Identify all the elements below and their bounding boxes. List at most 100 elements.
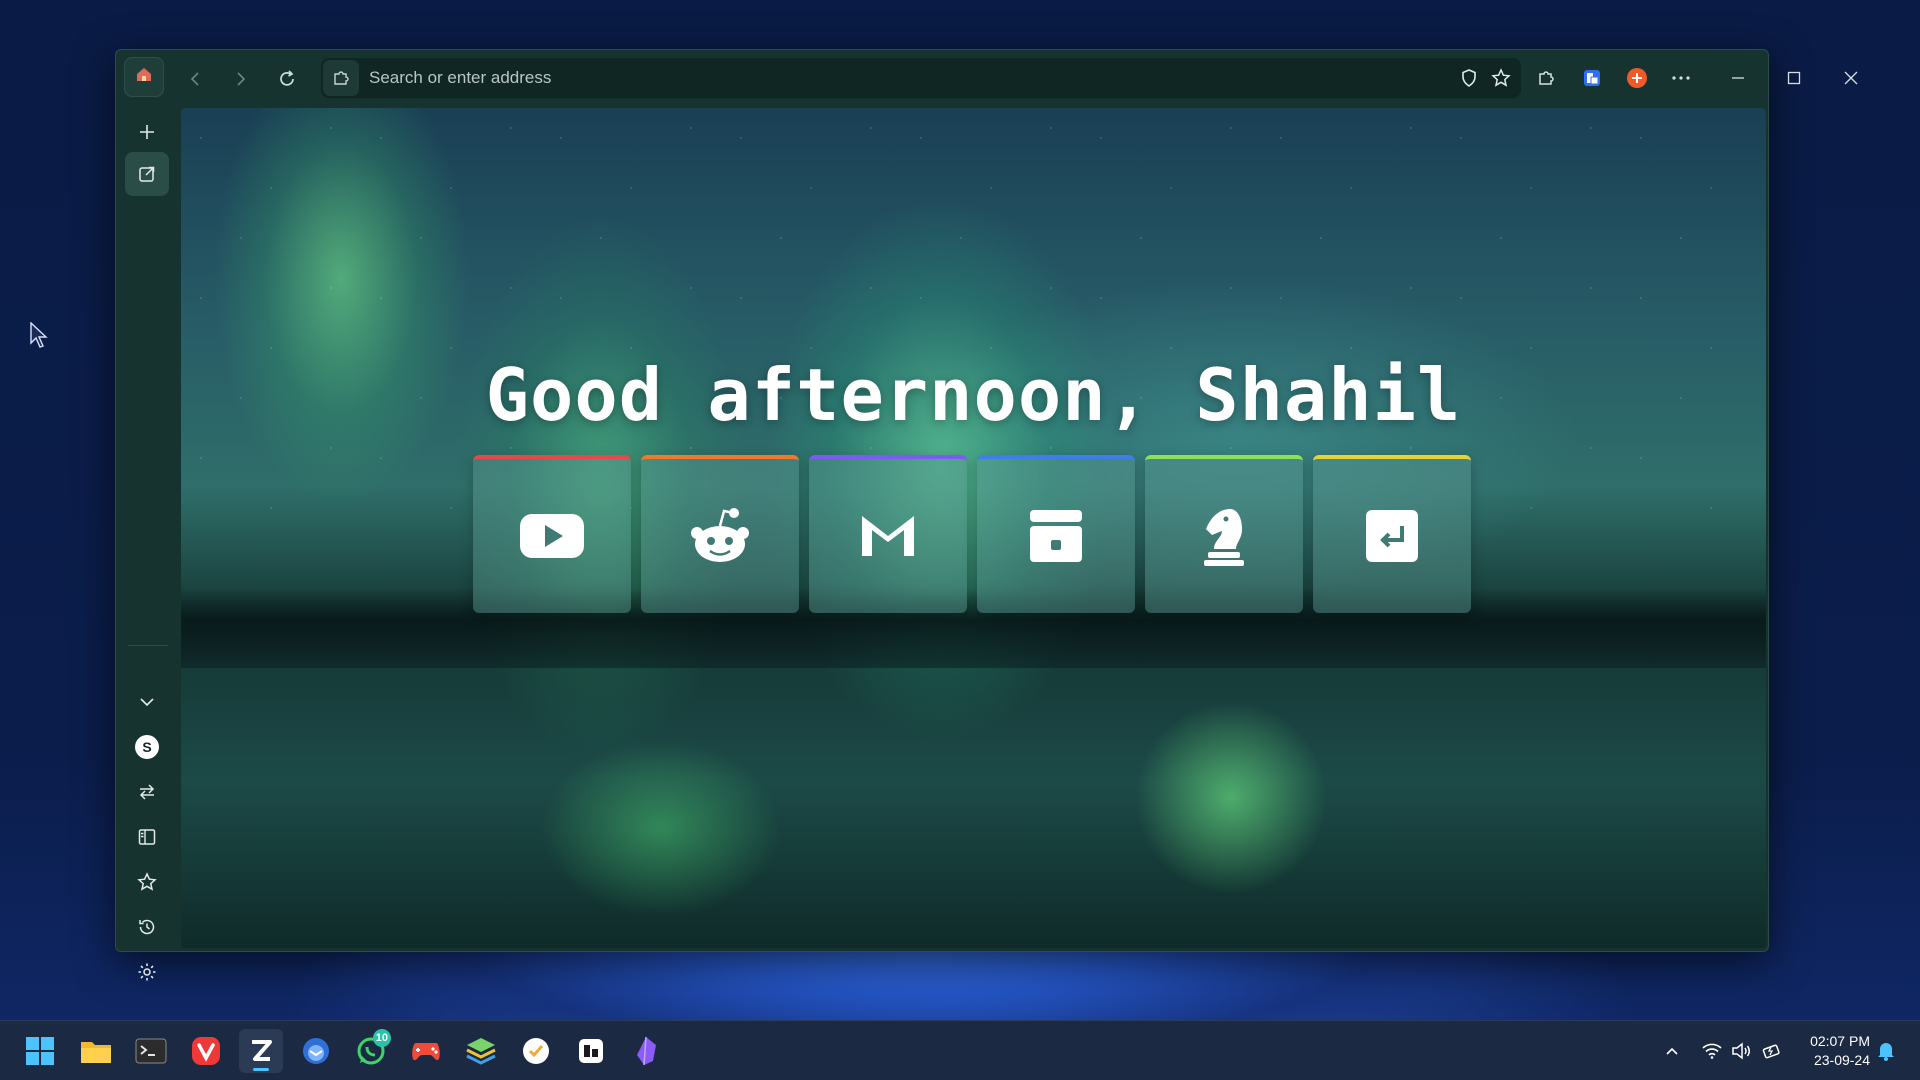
external-link-icon	[139, 166, 155, 182]
speaker-icon	[1732, 1042, 1750, 1060]
return-arrow-icon	[1366, 510, 1418, 562]
shortcut-mail[interactable]	[809, 455, 967, 613]
taskbar-terminal[interactable]	[129, 1029, 173, 1073]
notifications-button[interactable]	[1872, 1037, 1900, 1065]
new-tab-button[interactable]	[125, 110, 169, 154]
note-app-icon	[579, 1039, 603, 1063]
chevron-up-icon	[1666, 1047, 1678, 1055]
start-button[interactable]	[18, 1029, 62, 1073]
chevron-down-icon	[140, 698, 154, 707]
clock-time: 02:07 PM	[1810, 1033, 1870, 1049]
password-manager-button[interactable]	[1573, 59, 1611, 97]
collapse-button[interactable]	[125, 680, 169, 724]
wifi-icon	[1702, 1043, 1722, 1059]
chess-knight-icon	[1204, 509, 1244, 566]
volume-button[interactable]	[1727, 1037, 1755, 1065]
gamepad-icon	[412, 1043, 440, 1061]
taskbar-tasks-app[interactable]	[514, 1029, 558, 1073]
greeting-heading: Good afternoon, Shahil	[485, 353, 1462, 437]
star-icon	[1491, 68, 1511, 87]
youtube-icon	[520, 514, 584, 558]
plus-circle-icon	[1627, 68, 1647, 88]
title-bar	[116, 50, 1858, 108]
history-icon	[139, 919, 155, 935]
battery-charging-icon	[1762, 1044, 1780, 1059]
windows-logo-icon	[26, 1037, 54, 1065]
close-button[interactable]	[1832, 59, 1870, 97]
bookmark-star-button[interactable]	[1485, 62, 1517, 94]
show-hidden-icons-button[interactable]	[1658, 1037, 1686, 1065]
reload-icon	[280, 70, 294, 86]
browser-window: S Good afternoon, Shahil	[115, 49, 1858, 981]
bitwarden-icon	[1584, 70, 1600, 86]
minimize-icon	[1732, 77, 1744, 79]
puzzle-icon	[334, 71, 349, 85]
shortcut-reddit[interactable]	[641, 455, 799, 613]
settings-button[interactable]	[125, 950, 169, 994]
shield-icon	[1462, 69, 1476, 87]
taskbar-game-controller[interactable]	[404, 1029, 448, 1073]
tracking-shield-button[interactable]	[1453, 62, 1485, 94]
folder-icon	[81, 1042, 111, 1063]
minimize-button[interactable]	[1719, 59, 1757, 97]
chevron-left-icon	[190, 72, 199, 86]
archive-icon	[1030, 510, 1082, 562]
home-favicon-icon	[135, 65, 153, 89]
taskbar-zen-browser[interactable]	[239, 1029, 283, 1073]
shortcut-return[interactable]	[1313, 455, 1471, 613]
taskbar-stacks-app[interactable]	[459, 1029, 503, 1073]
chevron-right-icon	[237, 72, 246, 86]
mail-icon	[862, 516, 914, 556]
forward-button[interactable]	[220, 59, 260, 99]
profile-button[interactable]: S	[125, 725, 169, 769]
bell-icon	[1878, 1043, 1894, 1061]
bookmarks-button[interactable]	[125, 860, 169, 904]
avatar: S	[135, 735, 159, 759]
plus-icon	[140, 125, 154, 139]
sidebar-panel-button[interactable]	[125, 815, 169, 859]
taskbar-file-explorer[interactable]	[74, 1029, 118, 1073]
address-bar	[321, 58, 1521, 98]
thunderbird-icon	[303, 1038, 329, 1064]
taskbar-obsidian[interactable]	[624, 1029, 668, 1073]
address-input[interactable]	[359, 68, 1453, 88]
site-extension-button[interactable]	[323, 60, 359, 96]
history-button[interactable]	[125, 905, 169, 949]
shortcut-grid	[473, 455, 1471, 613]
battery-button[interactable]	[1758, 1037, 1786, 1065]
obsidian-icon	[637, 1036, 656, 1066]
taskbar: 10 02:07 PM 23-09-24	[0, 1020, 1920, 1080]
puzzle-icon	[1539, 71, 1554, 85]
more-horizontal-icon	[1672, 76, 1690, 80]
gear-icon	[138, 963, 156, 981]
reddit-icon	[691, 508, 749, 562]
taskbar-thunderbird[interactable]	[294, 1029, 338, 1073]
taskbar-vivaldi[interactable]	[184, 1029, 228, 1073]
star-icon	[137, 872, 157, 891]
maximize-button[interactable]	[1775, 59, 1813, 97]
addon-plus-button[interactable]	[1618, 59, 1656, 97]
vivaldi-icon	[192, 1037, 220, 1065]
menu-button[interactable]	[1662, 59, 1700, 97]
zen-icon	[252, 1040, 272, 1061]
sidebar-item-open-tab[interactable]	[125, 152, 169, 196]
taskbar-whatsapp[interactable]: 10	[349, 1029, 393, 1073]
sync-button[interactable]	[125, 770, 169, 814]
system-clock[interactable]: 02:07 PM 23-09-24	[1810, 1032, 1870, 1070]
maximize-icon	[1787, 71, 1801, 85]
home-tab-button[interactable]	[124, 57, 164, 97]
close-icon	[1844, 71, 1858, 85]
shortcut-youtube[interactable]	[473, 455, 631, 613]
shortcut-chess[interactable]	[1145, 455, 1303, 613]
reload-button[interactable]	[267, 59, 307, 99]
notification-badge: 10	[372, 1029, 391, 1047]
shortcut-archive[interactable]	[977, 455, 1135, 613]
clock-date: 23-09-24	[1813, 1052, 1870, 1068]
check-circle-icon	[523, 1038, 549, 1064]
active-indicator	[253, 1068, 269, 1071]
back-button[interactable]	[176, 59, 216, 99]
extensions-button[interactable]	[1527, 59, 1565, 97]
taskbar-notes-app[interactable]	[569, 1029, 613, 1073]
swap-arrows-icon	[139, 784, 155, 800]
wifi-button[interactable]	[1698, 1037, 1726, 1065]
